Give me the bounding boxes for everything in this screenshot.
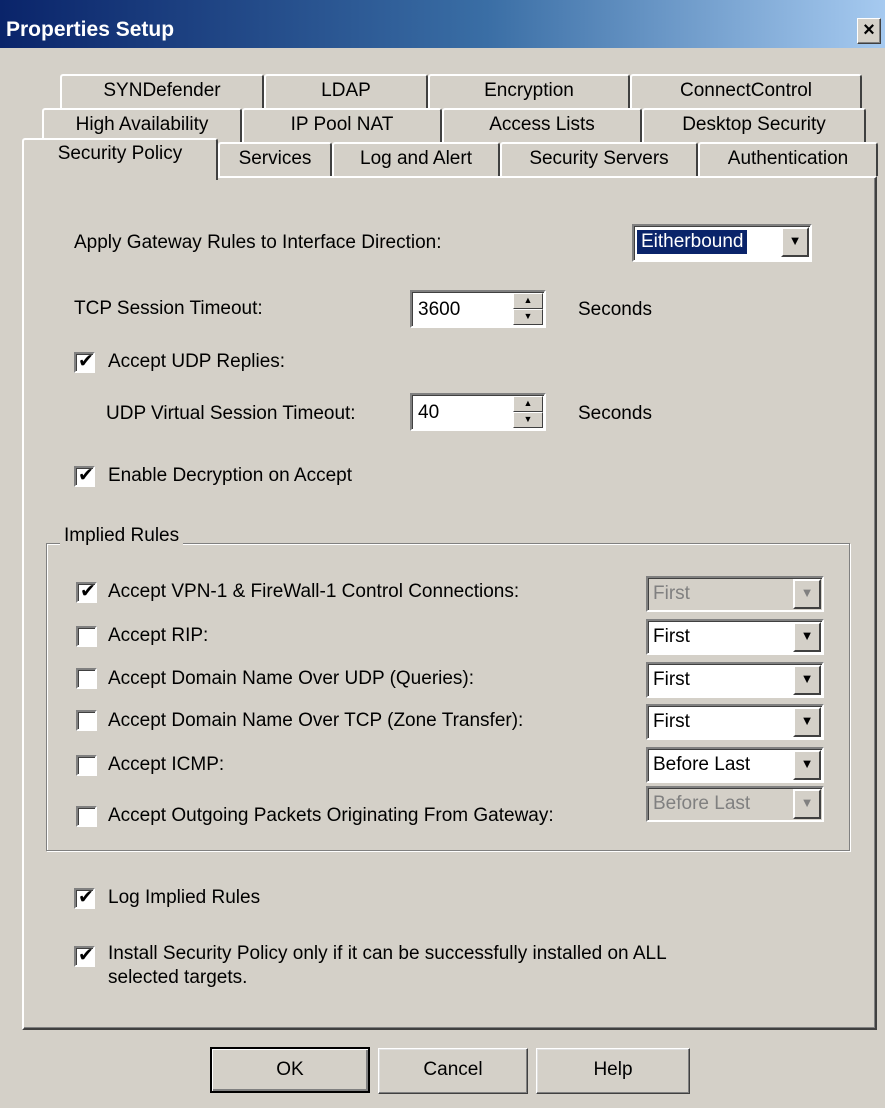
rule-position-select[interactable]: First ▼: [646, 662, 824, 698]
rule-checkbox-dns-udp[interactable]: [76, 668, 97, 689]
rule-position-value: First: [653, 626, 690, 647]
tab-authentication[interactable]: Authentication: [698, 142, 878, 176]
log-implied-label: Log Implied Rules: [108, 887, 261, 908]
implied-rules-group-label: Implied Rules: [60, 524, 184, 548]
rule-checkbox-outgoing-packets[interactable]: [76, 806, 97, 827]
direction-label: Apply Gateway Rules to Interface Directi…: [74, 232, 442, 253]
chevron-down-icon[interactable]: ▼: [793, 665, 821, 695]
tab-desktop-security[interactable]: Desktop Security: [642, 108, 866, 142]
udp-replies-checkbox[interactable]: ✔: [74, 351, 95, 373]
cancel-button[interactable]: Cancel: [378, 1048, 528, 1094]
tcp-timeout-unit: Seconds: [578, 299, 652, 320]
tab-access-lists[interactable]: Access Lists: [442, 108, 642, 142]
udp-replies-label: Accept UDP Replies:: [108, 351, 286, 372]
rule-checkbox-control-connections[interactable]: ✔: [76, 581, 97, 603]
rule-label: Accept ICMP:: [108, 754, 225, 775]
check-icon: ✔: [78, 887, 94, 908]
check-icon: ✔: [78, 465, 94, 486]
tcp-timeout-label: TCP Session Timeout:: [74, 298, 263, 319]
log-implied-checkbox[interactable]: ✔: [74, 887, 95, 909]
close-button[interactable]: ×: [857, 18, 881, 44]
tab-ip-pool-nat[interactable]: IP Pool NAT: [242, 108, 442, 142]
ok-button[interactable]: OK: [210, 1047, 370, 1093]
tab-high-availability[interactable]: High Availability: [42, 108, 242, 142]
tab-connectcontrol[interactable]: ConnectControl: [630, 74, 862, 108]
chevron-down-icon[interactable]: ▼: [793, 707, 821, 737]
tab-log-and-alert[interactable]: Log and Alert: [332, 142, 500, 176]
chevron-down-icon: ▼: [793, 579, 821, 609]
rule-checkbox-dns-tcp[interactable]: [76, 710, 97, 731]
chevron-down-icon[interactable]: ▼: [793, 750, 821, 780]
rule-label: Accept RIP:: [108, 625, 209, 646]
rule-checkbox-rip[interactable]: [76, 626, 97, 647]
install-policy-label-line2: selected targets.: [108, 967, 248, 988]
spin-up-icon[interactable]: ▲: [513, 396, 543, 412]
tcp-timeout-value: 3600: [418, 299, 461, 320]
rule-position-select: First ▼: [646, 576, 824, 612]
udp-timeout-stepper[interactable]: 40 ▲ ▼: [410, 393, 546, 431]
tcp-timeout-stepper[interactable]: 3600 ▲ ▼: [410, 290, 546, 328]
rule-label: Accept Domain Name Over UDP (Queries):: [108, 668, 475, 689]
window-title: Properties Setup: [6, 18, 175, 41]
chevron-down-icon: ▼: [781, 227, 809, 257]
install-policy-checkbox[interactable]: ✔: [74, 945, 95, 967]
decryption-label: Enable Decryption on Accept: [108, 465, 352, 486]
tab-security-policy[interactable]: Security Policy: [22, 138, 218, 180]
check-icon: ✔: [78, 351, 94, 372]
rule-position-select: Before Last ▼: [646, 786, 824, 822]
rule-position-select[interactable]: Before Last ▼: [646, 747, 824, 783]
spin-up-icon[interactable]: ▲: [513, 293, 543, 309]
tab-services[interactable]: Services: [218, 142, 332, 176]
rule-position-value: First: [653, 669, 690, 690]
help-button[interactable]: Help: [536, 1048, 690, 1094]
rule-position-select[interactable]: First ▼: [646, 619, 824, 655]
rule-position-value: First: [653, 711, 690, 732]
udp-timeout-unit: Seconds: [578, 403, 652, 424]
spin-down-icon[interactable]: ▼: [513, 309, 543, 325]
direction-select[interactable]: Eitherbound ▼: [632, 224, 812, 262]
tab-syndefender[interactable]: SYNDefender: [60, 74, 264, 108]
rule-label: Accept Domain Name Over TCP (Zone Transf…: [108, 710, 524, 731]
rule-position-value: Before Last: [653, 793, 751, 814]
rule-position-value: First: [653, 583, 690, 604]
rule-position-value: Before Last: [653, 754, 751, 775]
decryption-checkbox[interactable]: ✔: [74, 465, 95, 487]
tab-ldap[interactable]: LDAP: [264, 74, 428, 108]
check-icon: ✔: [78, 945, 94, 966]
rule-label: Accept Outgoing Packets Originating From…: [108, 805, 554, 826]
rule-position-select[interactable]: First ▼: [646, 704, 824, 740]
rule-checkbox-icmp[interactable]: [76, 755, 97, 776]
direction-value: Eitherbound: [637, 230, 748, 254]
rule-label: Accept VPN-1 & FireWall-1 Control Connec…: [108, 581, 520, 602]
udp-timeout-value: 40: [418, 402, 440, 423]
close-icon: ×: [863, 19, 875, 41]
udp-timeout-label: UDP Virtual Session Timeout:: [106, 403, 356, 424]
chevron-down-icon[interactable]: ▼: [793, 622, 821, 652]
check-icon: ✔: [80, 581, 96, 602]
chevron-down-icon: ▼: [793, 789, 821, 819]
tab-encryption[interactable]: Encryption: [428, 74, 630, 108]
install-policy-label-line1: Install Security Policy only if it can b…: [108, 943, 667, 964]
tab-security-servers[interactable]: Security Servers: [500, 142, 698, 176]
title-bar: Properties Setup ×: [0, 0, 885, 48]
spin-down-icon[interactable]: ▼: [513, 412, 543, 428]
